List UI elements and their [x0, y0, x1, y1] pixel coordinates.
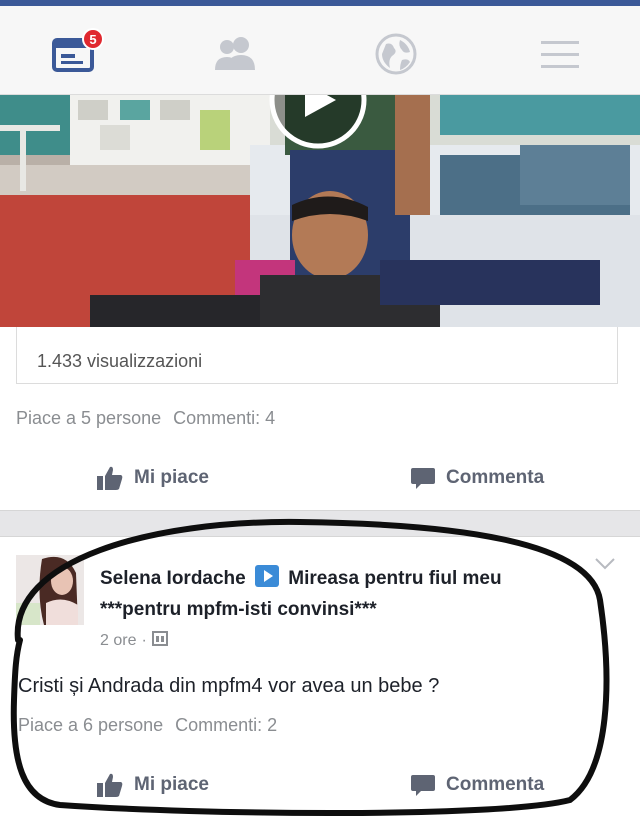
comment-label: Commenta [446, 467, 545, 488]
post-1-comments-count[interactable]: Commenti: 4 [173, 408, 275, 428]
like-label: Mi piace [134, 774, 209, 795]
profile-photo [16, 555, 84, 625]
menu-icon [541, 41, 579, 68]
meta-separator: · [141, 632, 147, 649]
post-1-likes-count[interactable]: Piace a 5 persone [16, 408, 161, 428]
post-meta: 2 ore · [100, 631, 168, 651]
top-navigation-bar: 5 [0, 0, 640, 95]
view-count: 1.433 visualizzazioni [37, 351, 203, 371]
post-1-stats: Piace a 5 persone Commenti: 4 [16, 408, 275, 429]
play-arrow-icon [255, 565, 280, 596]
post-2-actions: Mi piace Commenta [0, 765, 640, 805]
nav-friend-requests[interactable] [206, 28, 266, 80]
post-1-actions: Mi piace Commenta [0, 458, 640, 498]
comment-bubble-icon [410, 773, 436, 797]
author-name[interactable]: Selena Iordache [100, 568, 246, 589]
like-button[interactable]: Mi piace [96, 765, 209, 805]
comment-button[interactable]: Commenta [410, 458, 544, 498]
audience-icon[interactable] [151, 631, 168, 651]
video-player[interactable] [0, 95, 640, 327]
notification-badge: 5 [82, 28, 104, 50]
video-thumbnail [0, 95, 640, 327]
nav-news-feed[interactable]: 5 [44, 28, 104, 80]
facebook-mobile-screen: 5 1.433 visualizzazioni Piace a 5 person… [0, 0, 640, 817]
nav-more-menu[interactable] [530, 28, 590, 80]
video-views-box: 1.433 visualizzazioni [16, 327, 618, 384]
post-message: Cristi și Andrada din mpfm4 vor avea un … [18, 675, 440, 697]
avatar[interactable] [16, 555, 84, 625]
comment-bubble-icon [410, 466, 436, 490]
post-time[interactable]: 2 ore [100, 632, 136, 650]
globe-icon [375, 33, 417, 75]
nav-notifications[interactable] [366, 28, 426, 80]
feed-separator [0, 510, 640, 537]
like-label: Mi piace [134, 467, 209, 488]
thumbs-up-icon [96, 465, 124, 491]
comment-label: Commenta [446, 774, 545, 795]
post-header: Selena Iordache Mireasa pentru fiul meu … [100, 565, 570, 624]
post-2-stats: Piace a 6 persone Commenti: 2 [18, 715, 277, 736]
friends-icon [215, 37, 255, 70]
thumbs-up-icon [96, 772, 124, 798]
comment-button[interactable]: Commenta [410, 765, 544, 805]
like-button[interactable]: Mi piace [96, 458, 209, 498]
chevron-down-icon [595, 558, 615, 570]
post-2-comments-count[interactable]: Commenti: 2 [175, 715, 277, 735]
post-2-likes-count[interactable]: Piace a 6 persone [18, 715, 163, 735]
feed-post: Selena Iordache Mireasa pentru fiul meu … [0, 537, 640, 817]
post-options-chevron[interactable] [594, 557, 616, 576]
